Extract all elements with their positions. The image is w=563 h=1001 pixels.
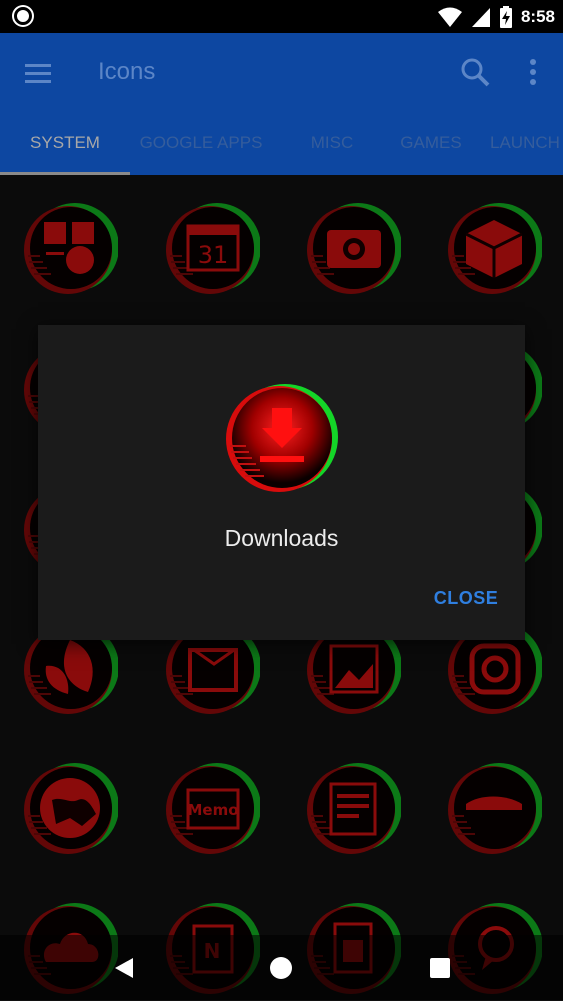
tab-misc[interactable]: MISC [272,119,392,175]
overflow-menu-icon[interactable] [518,55,548,89]
app-title: Icons [98,58,156,85]
search-icon[interactable] [458,55,492,89]
notification-dot-icon [14,7,32,25]
tab-google-apps[interactable]: GOOGLE APPS [130,119,272,175]
back-icon[interactable] [111,955,137,981]
app-bar: Icons SYSTEM GOOGLE APPS MISC GAMES LAUN… [0,33,563,175]
close-button[interactable]: CLOSE [416,583,516,613]
icon-preview-dialog: Downloads CLOSE [38,325,525,640]
status-bar: 8:58 [0,0,563,33]
dialog-title: Downloads [224,525,339,551]
navigation-bar [0,935,563,1000]
tab-games[interactable]: GAMES [392,119,470,175]
battery-charging-icon [499,6,512,28]
tab-bar: SYSTEM GOOGLE APPS MISC GAMES LAUNCH [0,119,563,175]
downloads-icon [226,384,338,492]
status-icons: 8:58 [437,5,555,29]
home-icon[interactable] [268,955,294,981]
wifi-icon [437,7,462,27]
tab-launch[interactable]: LAUNCH [470,119,563,175]
tab-system[interactable]: SYSTEM [0,119,130,175]
recents-icon[interactable] [427,955,453,981]
menu-icon[interactable] [22,57,54,89]
signal-icon [471,8,490,27]
status-time: 8:58 [520,7,555,26]
